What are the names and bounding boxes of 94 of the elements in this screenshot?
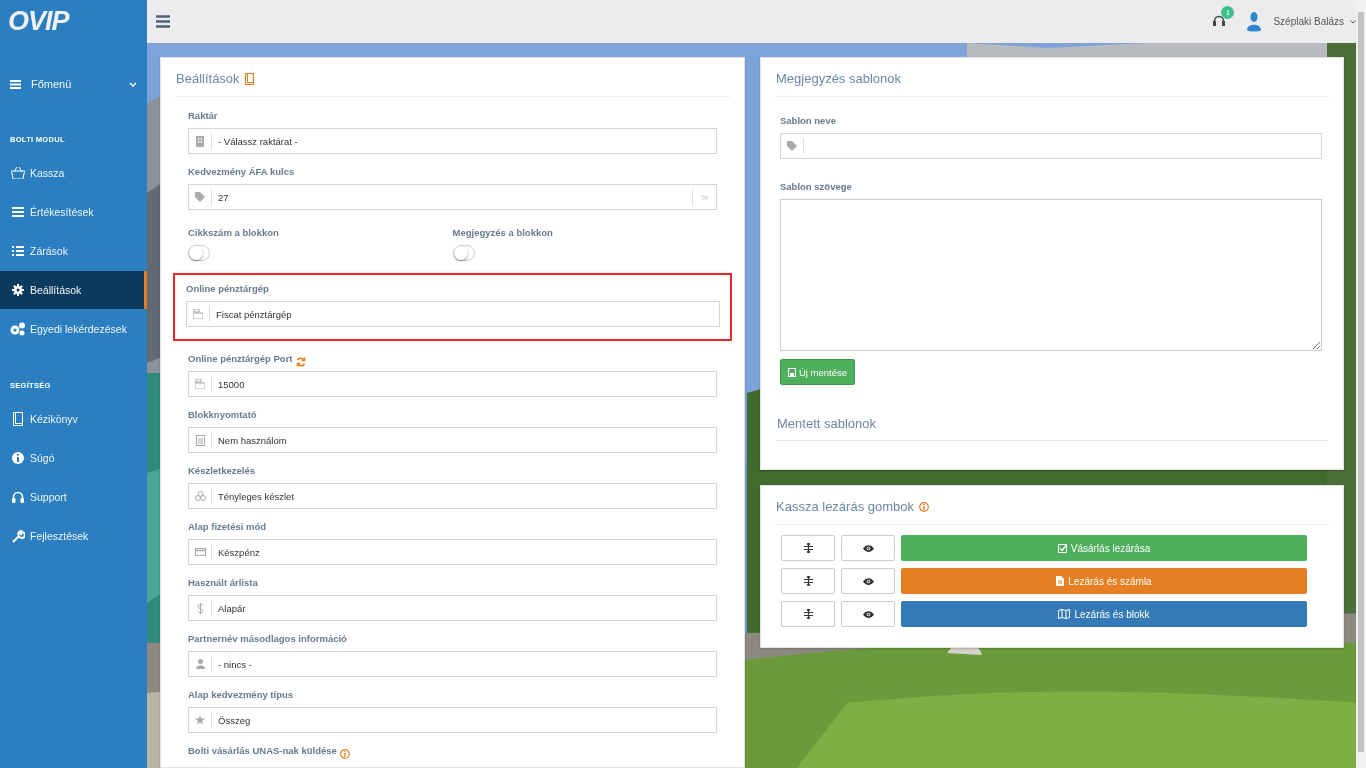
cubes-icon [194, 491, 206, 501]
input-field[interactable]: 27 % [188, 184, 717, 210]
sidebar-item[interactable]: Értékesítések [0, 193, 147, 231]
info-icon [919, 501, 929, 512]
eye-icon [862, 610, 874, 618]
input-field[interactable]: Készpénz [188, 539, 717, 565]
section-title: Mentett sablonok [777, 416, 877, 431]
eye-icon [862, 577, 874, 585]
toggle-switch[interactable] [452, 245, 475, 261]
sidebar-item[interactable]: Fejlesztések [0, 517, 147, 555]
card-title: Megjegyzés sablonok [776, 71, 902, 86]
wrench-icon [11, 529, 25, 543]
card-title: Kassza lezárás gombok [776, 499, 914, 514]
reorder-button[interactable] [781, 535, 835, 561]
input-field[interactable]: Alapár [188, 595, 717, 621]
sidebar-item[interactable]: Zárások [0, 232, 147, 270]
sidebar-item[interactable]: Kézikönyv [0, 400, 147, 438]
document-icon [1056, 576, 1065, 586]
visibility-button[interactable] [841, 535, 895, 561]
gears-icon [10, 322, 26, 336]
field-label: Online pénztárgép [186, 283, 269, 295]
chevron-icon [1350, 19, 1356, 24]
eye-icon [862, 544, 874, 552]
tag-icon [787, 141, 797, 151]
sidebar-item[interactable]: Egyedi lekérdezések [0, 310, 147, 348]
cash-register-icon [193, 309, 203, 319]
book-icon [244, 72, 254, 85]
input-field[interactable]: - nincs - [188, 651, 717, 677]
reorder-icon [803, 576, 813, 586]
field-label: Online pénztárgép Port [188, 353, 293, 365]
main-menu-toggle[interactable]: Főmenü [0, 65, 147, 103]
closing-action-button[interactable]: Lezárás és blokk [901, 601, 1307, 627]
sidebar-item[interactable]: Support [0, 478, 147, 516]
visibility-button[interactable] [841, 601, 895, 627]
user-menu[interactable]: Széplaki Balázs [1273, 16, 1356, 27]
field-label: Alap kedvezmény típus [188, 689, 294, 701]
field-label: Partnernév másodlagos információ [188, 633, 347, 645]
input-field[interactable]: Fiscat pénztárgép [186, 301, 720, 327]
field-label: Blokknyomtató [188, 409, 257, 421]
menu-icon [12, 207, 24, 217]
info-icon [339, 749, 350, 759]
field-label: Kedvezmény ÁFA kulcs [188, 166, 295, 178]
sidebar-item[interactable]: Beállítások [0, 271, 147, 309]
percent-addon: % [692, 189, 716, 205]
user-avatar-icon [1247, 11, 1262, 32]
user-icon [195, 659, 205, 669]
input-field[interactable]: Nem használom [188, 427, 717, 453]
reorder-icon [803, 543, 813, 553]
field-label: Sablon szövege [780, 181, 852, 193]
save-icon [788, 367, 796, 377]
reorder-button[interactable] [781, 568, 835, 594]
visibility-button[interactable] [841, 568, 895, 594]
field-label: Alap fizetési mód [188, 521, 267, 533]
menu-icon [10, 79, 21, 89]
headphones-icon [12, 491, 24, 503]
field-label: Készletkezelés [188, 465, 256, 477]
closing-action-button[interactable]: Lezárás és számla [901, 568, 1307, 594]
building-icon [196, 135, 204, 147]
card-title: Beállítások [176, 71, 240, 86]
credit-card-icon [194, 548, 206, 556]
field-label: Sablon neve [780, 115, 836, 127]
dollar-icon [196, 602, 204, 614]
cash-register-icon [195, 379, 205, 389]
input-field[interactable]: 15000 [188, 371, 717, 397]
settings-icon [12, 284, 24, 296]
toggle-label: Cikkszám a blokkon [188, 227, 279, 239]
field-label: Használt árlista [188, 577, 258, 589]
map-icon [1058, 609, 1071, 619]
reorder-button[interactable] [781, 601, 835, 627]
closing-action-button[interactable]: Vásárlás lezárása [901, 535, 1307, 561]
menu-icon[interactable] [156, 15, 170, 28]
field-label: Bolti vásárlás UNAS-nak küldése [188, 745, 337, 757]
chevron-icon [129, 81, 137, 87]
input-field[interactable]: Összeg [188, 707, 717, 733]
sidebar-item[interactable]: Súgó [0, 439, 147, 477]
checkbox-icon [1057, 543, 1067, 553]
sidebar-item[interactable]: Kassza [0, 154, 147, 192]
star-icon [195, 715, 205, 725]
input-field[interactable]: - Válassz raktárat - [188, 128, 717, 154]
input-field[interactable] [780, 133, 1322, 159]
list-icon [12, 246, 24, 256]
save-button[interactable]: Új mentése [780, 359, 856, 385]
basket-icon [11, 167, 25, 179]
tag-icon [195, 192, 205, 202]
toggle-label: Megjegyzés a blokkon [452, 227, 553, 239]
receipt-icon [195, 434, 205, 446]
book-icon [13, 412, 23, 426]
refresh-icon [295, 357, 306, 367]
toggle-switch[interactable] [188, 245, 210, 261]
reorder-icon [803, 609, 813, 619]
input-field[interactable]: Tényleges készlet [188, 483, 717, 509]
info-icon [12, 452, 24, 464]
logo: OVIP [7, 5, 71, 38]
field-label: Raktár [188, 110, 218, 122]
